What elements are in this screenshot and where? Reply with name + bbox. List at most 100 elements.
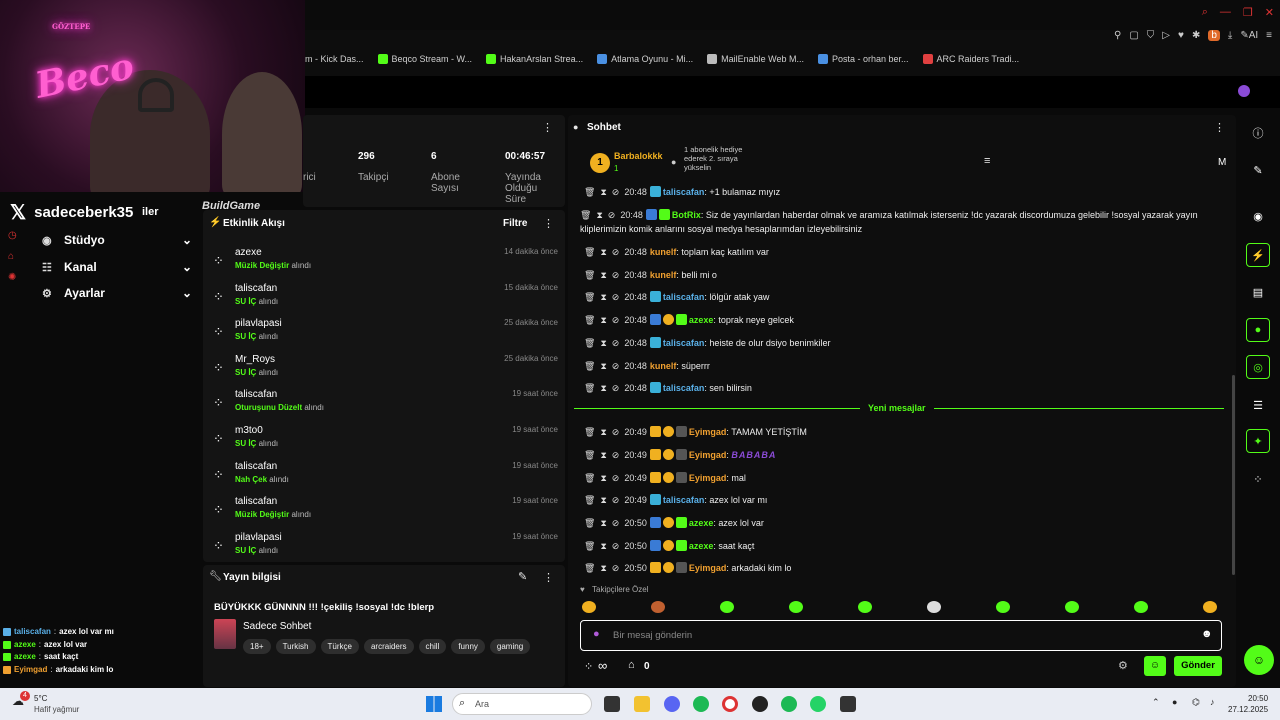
- activity-item[interactable]: ⁘ pilavlapasi SU İÇ alındı 25 dakika önce: [213, 318, 558, 352]
- activity-item[interactable]: ⁘ Mr_Roys SU İÇ alındı 25 dakika önce: [213, 354, 558, 388]
- delete-message-icon[interactable]: 🗑︎: [584, 563, 595, 573]
- chat-message[interactable]: 🗑︎ ⧗ ⊘ 20:49 Eyimgad: TAMAM YETİŞTİM: [584, 425, 1224, 439]
- windows-start-icon[interactable]: [426, 696, 442, 712]
- delete-message-icon[interactable]: 🗑︎: [584, 518, 595, 528]
- profile-icon[interactable]: b: [1208, 30, 1220, 41]
- spotify-icon-2[interactable]: [781, 696, 797, 712]
- chat-message[interactable]: 🗑︎ ⧗ ⊘ 20:48 kunelf: süperrr: [584, 359, 1224, 373]
- message-user[interactable]: taliscafan: [663, 383, 705, 393]
- delete-message-icon[interactable]: 🗑︎: [580, 210, 591, 220]
- tag-chip[interactable]: arcraiders: [363, 639, 414, 654]
- timeout-icon[interactable]: ⧗: [600, 563, 606, 573]
- close-icon[interactable]: ✕: [1265, 6, 1274, 19]
- delete-message-icon[interactable]: 🗑︎: [584, 450, 595, 460]
- kick-emote-button[interactable]: ☺: [1144, 656, 1166, 676]
- chat-input[interactable]: ● Bir mesaj gönderin ☻: [580, 620, 1222, 651]
- shield-icon[interactable]: ⛉: [1147, 30, 1155, 41]
- message-user[interactable]: taliscafan: [663, 495, 705, 505]
- tag-chip[interactable]: gaming: [489, 639, 531, 654]
- chat-settings-icon[interactable]: ⚙: [1118, 659, 1128, 672]
- emote-icon[interactable]: [582, 601, 596, 613]
- kick-logo-icon[interactable]: [1238, 85, 1250, 97]
- ban-icon[interactable]: ⊘: [612, 450, 620, 460]
- tag-chip[interactable]: 18+: [243, 639, 271, 654]
- filter-button[interactable]: Filtre: [503, 218, 527, 229]
- delete-message-icon[interactable]: 🗑︎: [584, 270, 595, 280]
- activity-item[interactable]: ⁘ taliscafan Nah Çek alındı 19 saat önce: [213, 461, 558, 495]
- ban-icon[interactable]: ⊘: [612, 292, 620, 302]
- delete-message-icon[interactable]: 🗑︎: [584, 338, 595, 348]
- timeout-icon[interactable]: ⧗: [600, 518, 606, 528]
- delete-message-icon[interactable]: 🗑︎: [584, 473, 595, 483]
- timeout-icon[interactable]: ⧗: [600, 315, 606, 325]
- chat-message[interactable]: 🗑︎ ⧗ ⊘ 20:50 Eyimgad: arkadaki kim lo: [584, 561, 1224, 575]
- timeout-icon[interactable]: ⧗: [600, 495, 606, 505]
- bookmark-item[interactable]: Beqco Stream - W...: [377, 54, 472, 64]
- more-icon[interactable]: ⋮: [543, 217, 554, 230]
- more-icon[interactable]: ⋮: [543, 571, 554, 584]
- chat-message[interactable]: 🗑︎ ⧗ ⊘ 20:48 taliscafan: heiste de olur dsiy…: [584, 336, 1224, 350]
- ban-icon[interactable]: ⊘: [612, 270, 620, 280]
- screenshot-icon[interactable]: ▢: [1129, 30, 1138, 41]
- message-user[interactable]: azexe: [689, 541, 714, 551]
- emote-icon[interactable]: [927, 601, 941, 613]
- timeout-icon[interactable]: ⧗: [600, 427, 606, 437]
- spotify-icon[interactable]: [693, 696, 709, 712]
- mic-tray-icon[interactable]: ●: [1172, 697, 1177, 707]
- camera-icon[interactable]: ◉: [1246, 204, 1270, 228]
- message-user[interactable]: taliscafan: [663, 292, 705, 302]
- tools-icon[interactable]: ✦: [1246, 429, 1270, 453]
- minimize-icon[interactable]: —: [1220, 6, 1231, 19]
- message-user[interactable]: kunelf: [650, 247, 677, 257]
- more-icon[interactable]: ⋮: [542, 121, 553, 134]
- chat-message[interactable]: 🗑︎ ⧗ ⊘ 20:49 Eyimgad: BABABA: [584, 448, 1224, 462]
- mic-icon[interactable]: ●: [593, 628, 600, 640]
- bookmark-item[interactable]: Posta - orhan ber...: [818, 54, 909, 64]
- emote-icon[interactable]: [651, 601, 665, 613]
- tag-chip[interactable]: Türkçe: [320, 639, 359, 654]
- ban-icon[interactable]: ⊘: [612, 495, 620, 505]
- chat-message[interactable]: 🗑︎ ⧗ ⊘ 20:48 kunelf: belli mi o: [584, 268, 1224, 282]
- tag-chip[interactable]: Turkish: [275, 639, 316, 654]
- app-icon[interactable]: [840, 696, 856, 712]
- emote-icon[interactable]: [996, 601, 1010, 613]
- delete-message-icon[interactable]: 🗑︎: [584, 541, 595, 551]
- send-button[interactable]: Gönder: [1174, 656, 1222, 676]
- timeout-icon[interactable]: ⧗: [600, 270, 606, 280]
- ban-icon[interactable]: ⊘: [612, 315, 620, 325]
- clock-icon[interactable]: ◷: [8, 230, 17, 241]
- message-user[interactable]: Eyimgad: [689, 450, 727, 460]
- scrollbar[interactable]: [1232, 375, 1235, 575]
- ai-button[interactable]: ✎AI: [1240, 30, 1258, 41]
- chat-message[interactable]: 🗑︎ ⧗ ⊘ 20:48 taliscafan: sen bilirsin: [584, 381, 1224, 395]
- message-user[interactable]: taliscafan: [663, 187, 705, 197]
- heart-icon[interactable]: ♥: [1178, 30, 1184, 41]
- extensions-icon[interactable]: ✱: [1192, 30, 1200, 41]
- timeout-icon[interactable]: ⧗: [600, 338, 606, 348]
- emote-icon[interactable]: [720, 601, 734, 613]
- bookmark-item[interactable]: am - Kick Das...: [300, 54, 364, 64]
- ban-icon[interactable]: ⊘: [612, 383, 620, 393]
- menu-icon[interactable]: ≡: [1266, 30, 1272, 41]
- ban-icon[interactable]: ⊘: [608, 210, 616, 220]
- opera-icon[interactable]: [722, 696, 738, 712]
- activity-item[interactable]: ⁘ pilavlapasi SU İÇ alındı 19 saat önce: [213, 532, 558, 566]
- chat-icon[interactable]: ●: [1246, 318, 1270, 342]
- ban-icon[interactable]: ⊘: [612, 361, 620, 371]
- discord-icon[interactable]: [664, 696, 680, 712]
- clock-time[interactable]: 20:50: [1248, 694, 1268, 703]
- delete-message-icon[interactable]: 🗑︎: [584, 292, 595, 302]
- ban-icon[interactable]: ⊘: [612, 427, 620, 437]
- kick-fab-button[interactable]: ☺: [1244, 645, 1274, 675]
- sidebar-item-settings[interactable]: ⚙ Ayarlar ⌄: [42, 286, 192, 300]
- broadcast-icon[interactable]: ◎: [1246, 355, 1270, 379]
- emote-icon[interactable]: [789, 601, 803, 613]
- layout-icon[interactable]: ☰: [1246, 393, 1270, 417]
- play-icon[interactable]: ▷: [1162, 30, 1170, 41]
- message-user[interactable]: kunelf: [650, 270, 677, 280]
- timeout-icon[interactable]: ⧗: [600, 473, 606, 483]
- emote-icon[interactable]: [1134, 601, 1148, 613]
- chat-message[interactable]: 🗑︎ ⧗ ⊘ 20:48 BotRix: Siz de yayınlardan habe…: [580, 208, 1220, 236]
- chat-message[interactable]: 🗑︎ ⧗ ⊘ 20:48 taliscafan: lölgür atak yaw: [584, 290, 1224, 304]
- emoji-icon[interactable]: ☻: [1201, 628, 1213, 640]
